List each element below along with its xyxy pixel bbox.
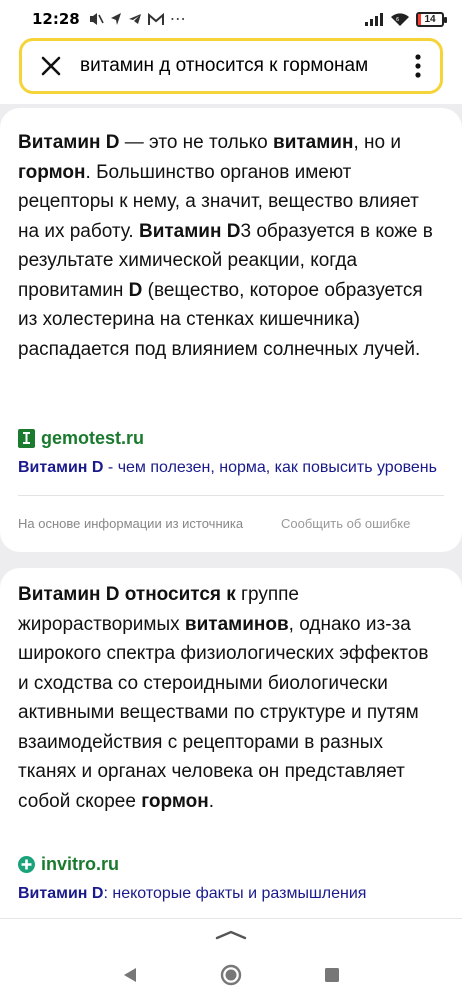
source-invitro[interactable]: invitro.ru	[18, 854, 119, 875]
mute-icon	[89, 13, 104, 25]
status-time: 12:28	[32, 10, 80, 28]
answer-text-segment: — это не только	[119, 132, 274, 153]
answer-text-segment: .	[208, 790, 214, 812]
source-domain: invitro.ru	[41, 854, 120, 874]
close-button[interactable]	[22, 41, 80, 91]
home-circle-icon	[220, 964, 242, 986]
gmail-icon	[147, 12, 164, 25]
source-title-link[interactable]: Витамин D - чем полезен, норма, как повы…	[18, 459, 444, 477]
more-options-button[interactable]	[396, 41, 440, 91]
search-header	[0, 38, 462, 104]
source-gemotest[interactable]: gemotest.ru	[18, 428, 144, 449]
gemotest-logo-icon	[18, 429, 35, 448]
answer-text: Витамин D относится к группе жирораствор…	[18, 580, 438, 816]
answer-bold-term: D	[128, 279, 143, 301]
answer-text: Витамин D — это не только витамин, но и …	[18, 128, 438, 364]
source-domain: gemotest.ru	[41, 428, 145, 448]
signal-icon	[365, 13, 383, 26]
answer-bold-term: Витамин D	[138, 220, 241, 242]
answer-bold-term: Витамин D	[18, 132, 120, 153]
report-error-link[interactable]: Сообщить об ошибке	[281, 516, 410, 531]
battery-level: 14	[424, 13, 436, 25]
chevron-up-icon	[215, 930, 247, 939]
recents-square-icon	[324, 968, 339, 982]
status-notification-icons: ⋯	[88, 9, 186, 29]
wifi-icon: 6	[391, 12, 409, 26]
invitro-logo-icon	[18, 856, 35, 873]
search-input[interactable]	[80, 46, 396, 86]
location-icon	[110, 13, 121, 25]
nav-back-button[interactable]	[110, 955, 150, 995]
source-title-bold: Витамин D	[18, 459, 104, 476]
source-title-bold: Витамин D	[18, 885, 104, 902]
answer-card-gemotest: Витамин D — это не только витамин, но и …	[0, 108, 462, 552]
source-title-rest: : некоторые факты и размышления	[103, 885, 367, 902]
more-notifications-icon: ⋯	[169, 11, 186, 28]
nav-home-button[interactable]	[211, 955, 251, 995]
back-triangle-icon	[124, 968, 137, 982]
system-nav-bar	[0, 950, 462, 1000]
answer-card-invitro: Витамин D относится к группе жирораствор…	[0, 568, 462, 920]
telegram-icon	[128, 14, 141, 24]
answer-bold-term: витаминов	[184, 613, 289, 635]
status-bar: 12:28 ⋯ 6 14	[0, 0, 462, 38]
answer-bold-term: гормон	[141, 790, 209, 812]
divider	[18, 495, 444, 496]
answer-text-segment: , однако из-за широкого спектра физиолог…	[18, 613, 429, 812]
nav-recents-button[interactable]	[312, 955, 352, 995]
more-vertical-icon	[415, 54, 421, 78]
search-bar	[19, 38, 443, 94]
answer-text-segment: , но и	[353, 132, 401, 153]
battery-icon: 14	[416, 11, 447, 27]
bottom-sheet-handle[interactable]	[0, 918, 462, 950]
close-icon	[41, 56, 61, 76]
source-info-note: На основе информации из источника	[18, 516, 244, 531]
answer-bold-term: гормон	[18, 161, 86, 183]
svg-text:6: 6	[396, 17, 399, 23]
source-title-rest: - чем полезен, норма, как повысить урове…	[103, 459, 437, 476]
answer-bold-term: Витамин D относится к	[18, 584, 236, 605]
source-title-link[interactable]: Витамин D: некоторые факты и размышления	[18, 885, 444, 903]
answer-bold-term: витамин	[273, 132, 354, 153]
